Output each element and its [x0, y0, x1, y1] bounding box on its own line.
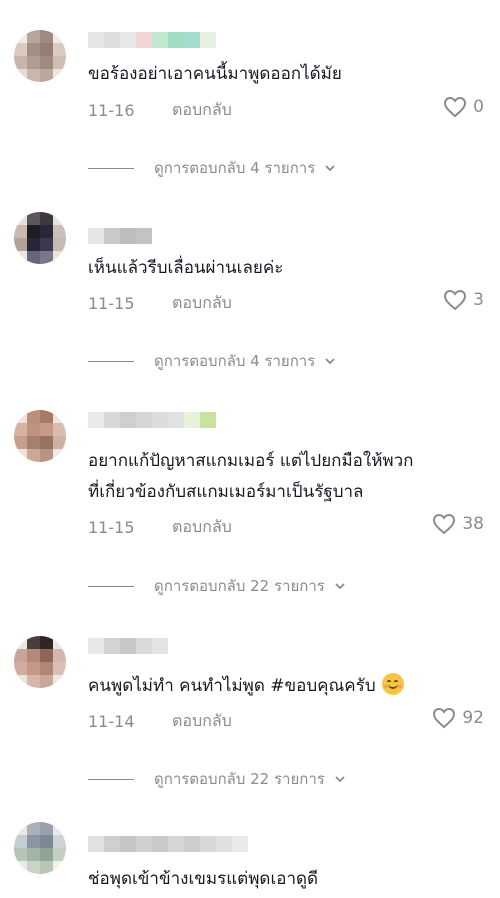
comment-text-line: ช่อพุดเข้าข้างเขมรแต่พุดเอาดูดี: [88, 869, 319, 889]
avatar[interactable]: [14, 636, 66, 688]
like-button[interactable]: 92: [432, 707, 484, 729]
heart-outline-icon[interactable]: [443, 96, 467, 118]
comment-text: ขอร้องอย่าเอาคนนี้มาพูดออกได้มัย: [88, 60, 342, 88]
reply-button[interactable]: ตอบกลับ: [172, 515, 232, 540]
username-blurred[interactable]: [88, 638, 168, 654]
like-button[interactable]: 3: [443, 289, 484, 311]
chevron-down-icon: [325, 165, 335, 172]
username-blurred[interactable]: [88, 228, 152, 244]
comment-text-line: คนพูดไม่ทำ คนทำไม่พูด #ขอบคุณครับ: [88, 672, 404, 700]
username-blurred[interactable]: [88, 32, 216, 48]
replies-divider: [88, 778, 134, 780]
avatar[interactable]: [14, 410, 66, 462]
like-count: 92: [462, 708, 484, 728]
comment-meta: 11-14 ตอบกลับ: [88, 709, 232, 734]
like-count: 0: [473, 97, 484, 117]
reply-button[interactable]: ตอบกลับ: [172, 98, 232, 123]
chevron-down-icon: [335, 583, 345, 590]
heart-outline-icon[interactable]: [432, 707, 456, 729]
blush-smile-emoji-icon: [381, 673, 404, 695]
comment-date: 11-15: [88, 518, 135, 537]
like-button[interactable]: 0: [443, 96, 484, 118]
comment-text-line: เห็นแล้วรีบเลื่อนผ่านเลยค่ะ: [88, 258, 284, 278]
comment-meta: 11-15 ตอบกลับ: [88, 291, 232, 316]
chevron-down-icon: [325, 358, 335, 365]
view-replies-label: ดูการตอบกลับ 4 รายการ: [154, 159, 316, 177]
comment-text-content: คนพูดไม่ทำ คนทำไม่พูด #ขอบคุณครับ: [88, 676, 376, 696]
view-replies-label: ดูการตอบกลับ 22 รายการ: [154, 577, 325, 595]
view-replies-label: ดูการตอบกลับ 22 รายการ: [154, 770, 325, 788]
comment-text: เห็นแล้วรีบเลื่อนผ่านเลยค่ะ: [88, 254, 283, 282]
view-replies-button[interactable]: ดูการตอบกลับ 4 รายการ: [88, 156, 337, 180]
like-count: 38: [462, 514, 484, 534]
comment-text-line: อยากแก้ปัญหาสแกมเมอร์ แต่ไปยกมือให้พวก: [88, 451, 414, 471]
view-replies-label: ดูการตอบกลับ 4 รายการ: [154, 352, 316, 370]
chevron-down-icon: [335, 776, 345, 783]
comment-text-line: ขอร้องอย่าเอาคนนี้มาพูดออกได้มัย: [88, 64, 342, 84]
view-replies-button[interactable]: ดูการตอบกลับ 22 รายการ: [88, 767, 347, 791]
heart-outline-icon[interactable]: [432, 513, 456, 535]
comment-date: 11-16: [88, 101, 135, 120]
comment-date: 11-15: [88, 294, 135, 313]
replies-divider: [88, 360, 134, 362]
reply-button[interactable]: ตอบกลับ: [172, 709, 232, 734]
reply-button[interactable]: ตอบกลับ: [172, 291, 232, 316]
like-count: 3: [473, 290, 484, 310]
comment-text: อยากแก้ปัญหาสแกมเมอร์ แต่ไปยกมือให้พวก ท…: [88, 447, 413, 506]
comment-meta: 11-16 ตอบกลับ: [88, 98, 232, 123]
replies-divider: [88, 585, 134, 587]
avatar[interactable]: [14, 30, 66, 82]
like-button[interactable]: 38: [432, 513, 484, 535]
username-blurred[interactable]: [88, 412, 216, 428]
comment-date: 11-14: [88, 712, 135, 731]
comment-meta: 11-15 ตอบกลับ: [88, 515, 232, 540]
comment-text: คนพูดไม่ทำ คนทำไม่พูด #ขอบคุณครับ: [88, 672, 404, 700]
avatar[interactable]: [14, 822, 66, 874]
username-blurred[interactable]: [88, 836, 248, 852]
replies-divider: [88, 167, 134, 169]
view-replies-button[interactable]: ดูการตอบกลับ 4 รายการ: [88, 349, 337, 373]
view-replies-button[interactable]: ดูการตอบกลับ 22 รายการ: [88, 574, 347, 598]
avatar[interactable]: [14, 212, 66, 264]
heart-outline-icon[interactable]: [443, 289, 467, 311]
comment-text: ช่อพุดเข้าข้างเขมรแต่พุดเอาดูดี: [88, 865, 318, 893]
comment-text-line: ที่เกี่ยวข้องกับสแกมเมอร์มาเป็นรัฐบาล: [88, 482, 364, 502]
